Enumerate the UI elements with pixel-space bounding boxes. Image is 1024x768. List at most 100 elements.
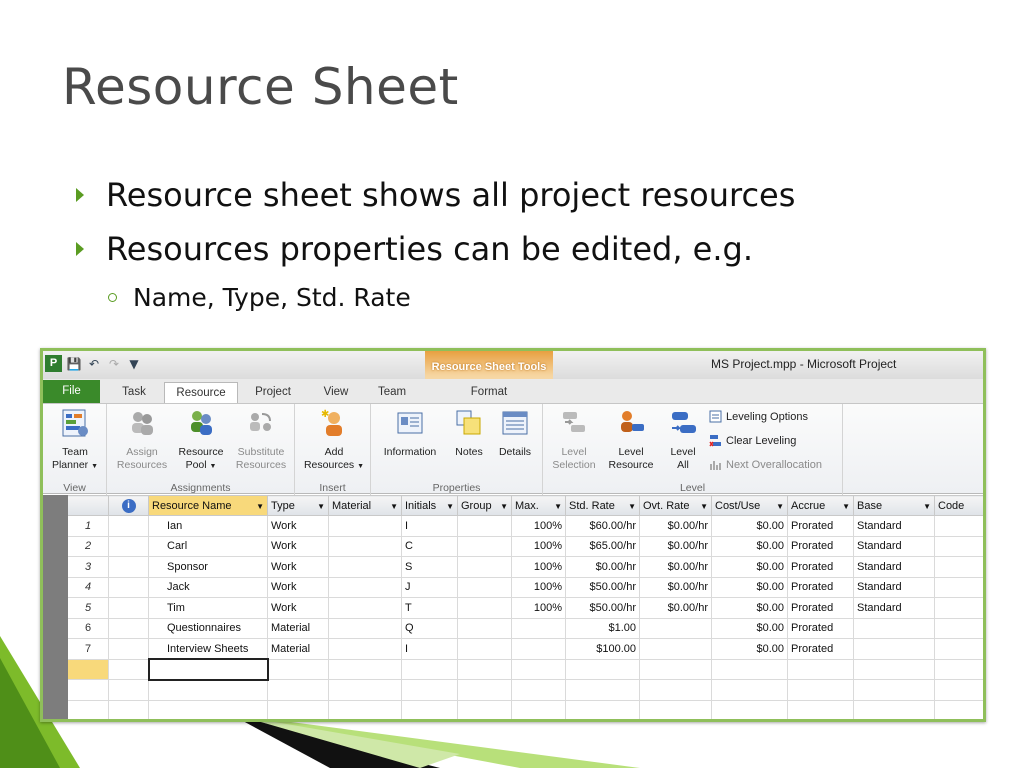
empty-cell[interactable] [787, 679, 854, 701]
cell-name[interactable]: Tim [148, 597, 268, 619]
empty-cell[interactable] [565, 679, 640, 701]
empty-cell[interactable] [711, 699, 788, 719]
empty-cell[interactable] [457, 699, 512, 719]
row-id-cell[interactable]: 1 [67, 515, 109, 537]
dropdown-arrow-icon[interactable]: ▼ [700, 502, 708, 511]
cell-material[interactable] [328, 576, 402, 598]
empty-cell[interactable] [853, 699, 935, 719]
dropdown-arrow-icon[interactable]: ▼ [256, 502, 264, 511]
cell-cost[interactable]: $0.00 [711, 576, 788, 598]
assign-resources-button[interactable]: Assign Resources [113, 408, 171, 472]
cell-code[interactable] [934, 576, 983, 598]
empty-cell[interactable] [711, 658, 788, 680]
table-row[interactable]: 4 Jack Work J 100% $50.00/hr $0.00/hr $0.00 Pror… [43, 576, 983, 598]
cell-ovt[interactable]: $0.00/hr [639, 535, 712, 557]
column-header-initials[interactable]: Initials ▼ [401, 495, 458, 516]
indicator-cell[interactable] [108, 699, 149, 719]
row-id-cell[interactable]: 6 [67, 617, 109, 639]
cell-type[interactable]: Material [267, 638, 329, 660]
row-select-cell[interactable] [43, 535, 68, 557]
cell-name[interactable]: Questionnaires [148, 617, 268, 639]
cell-material[interactable] [328, 556, 402, 578]
cell-type[interactable]: Work [267, 576, 329, 598]
cell-std[interactable]: $60.00/hr [565, 515, 640, 537]
row-id-cell[interactable]: 7 [67, 638, 109, 660]
cell-std[interactable]: $0.00/hr [565, 556, 640, 578]
empty-cell[interactable] [787, 699, 854, 719]
row-id-cell[interactable] [67, 699, 109, 719]
cell-base[interactable]: Standard [853, 576, 935, 598]
dropdown-arrow-icon[interactable]: ▼ [390, 502, 398, 511]
cell-material[interactable] [328, 597, 402, 619]
column-header-ovt-rate[interactable]: Ovt. Rate ▼ [639, 495, 712, 516]
dropdown-arrow-icon[interactable]: ▼ [628, 502, 636, 511]
cell-accrue[interactable]: Prorated [787, 556, 854, 578]
row-id-cell[interactable]: 5 [67, 597, 109, 619]
empty-cell[interactable] [401, 658, 458, 680]
cell-base[interactable]: Standard [853, 597, 935, 619]
cell-cost[interactable]: $0.00 [711, 515, 788, 537]
cell-group[interactable] [457, 597, 512, 619]
empty-table-row[interactable] [43, 658, 983, 681]
cell-cost[interactable]: $0.00 [711, 638, 788, 660]
empty-cell[interactable] [457, 658, 512, 680]
cell-name[interactable]: Ian [148, 515, 268, 537]
empty-cell[interactable] [328, 679, 402, 701]
project-app-icon[interactable]: P [45, 355, 62, 372]
cell-accrue[interactable]: Prorated [787, 576, 854, 598]
column-header-base[interactable]: Base ▼ [853, 495, 935, 516]
row-select-header[interactable] [43, 495, 68, 516]
row-select-cell[interactable] [43, 597, 68, 619]
cell-initials[interactable]: J [401, 576, 458, 598]
cell-name[interactable]: Interview Sheets [148, 638, 268, 660]
cell-code[interactable] [934, 638, 983, 660]
column-header-cost-use[interactable]: Cost/Use ▼ [711, 495, 788, 516]
redo-icon[interactable]: ↷ [106, 356, 122, 372]
cell-max[interactable]: 100% [511, 515, 566, 537]
empty-cell[interactable] [401, 699, 458, 719]
row-id-cell[interactable]: 3 [67, 556, 109, 578]
cell-max[interactable] [511, 638, 566, 660]
cell-ovt[interactable]: $0.00/hr [639, 597, 712, 619]
cell-base[interactable]: Standard [853, 535, 935, 557]
empty-cell[interactable] [511, 679, 566, 701]
cell-ovt[interactable] [639, 617, 712, 639]
cell-material[interactable] [328, 617, 402, 639]
next-overallocation-button[interactable]: Next Overallocation [709, 458, 822, 471]
empty-cell[interactable] [565, 658, 640, 680]
empty-cell[interactable] [639, 699, 712, 719]
cell-std[interactable]: $100.00 [565, 638, 640, 660]
notes-button[interactable]: Notes [449, 408, 489, 459]
cell-code[interactable] [934, 515, 983, 537]
cell-base[interactable] [853, 638, 935, 660]
cell-initials[interactable]: Q [401, 617, 458, 639]
empty-cell[interactable] [328, 699, 402, 719]
cell-max[interactable] [511, 617, 566, 639]
empty-cell[interactable] [457, 679, 512, 701]
cell-name[interactable]: Sponsor [148, 556, 268, 578]
cell-initials[interactable]: C [401, 535, 458, 557]
indicator-cell[interactable] [108, 638, 149, 660]
cell-accrue[interactable]: Prorated [787, 597, 854, 619]
table-row[interactable]: 3 Sponsor Work S 100% $0.00/hr $0.00/hr $0.00 Pr… [43, 556, 983, 578]
cell-type[interactable]: Work [267, 597, 329, 619]
indicator-cell[interactable] [108, 515, 149, 537]
row-select-cell[interactable] [43, 576, 68, 598]
indicator-cell[interactable] [108, 679, 149, 701]
cell-std[interactable]: $50.00/hr [565, 597, 640, 619]
leveling-options-button[interactable]: Leveling Options [709, 410, 808, 423]
row-id-cell[interactable]: 2 [67, 535, 109, 557]
cell-ovt[interactable]: $0.00/hr [639, 515, 712, 537]
cell-ovt[interactable]: $0.00/hr [639, 576, 712, 598]
indicator-cell[interactable] [108, 617, 149, 639]
cell-group[interactable] [457, 638, 512, 660]
resource-pool-button[interactable]: Resource Pool ▼ [173, 408, 229, 473]
table-row[interactable]: 2 Carl Work C 100% $65.00/hr $0.00/hr $0.00 Pror… [43, 535, 983, 557]
id-column-header[interactable] [67, 495, 109, 516]
indicator-cell[interactable] [108, 576, 149, 598]
cell-base[interactable]: Standard [853, 515, 935, 537]
empty-cell[interactable] [565, 699, 640, 719]
add-resources-button[interactable]: ✱ Add Resources ▼ [301, 408, 367, 473]
cell-ovt[interactable]: $0.00/hr [639, 556, 712, 578]
row-select-cell[interactable] [43, 679, 68, 701]
